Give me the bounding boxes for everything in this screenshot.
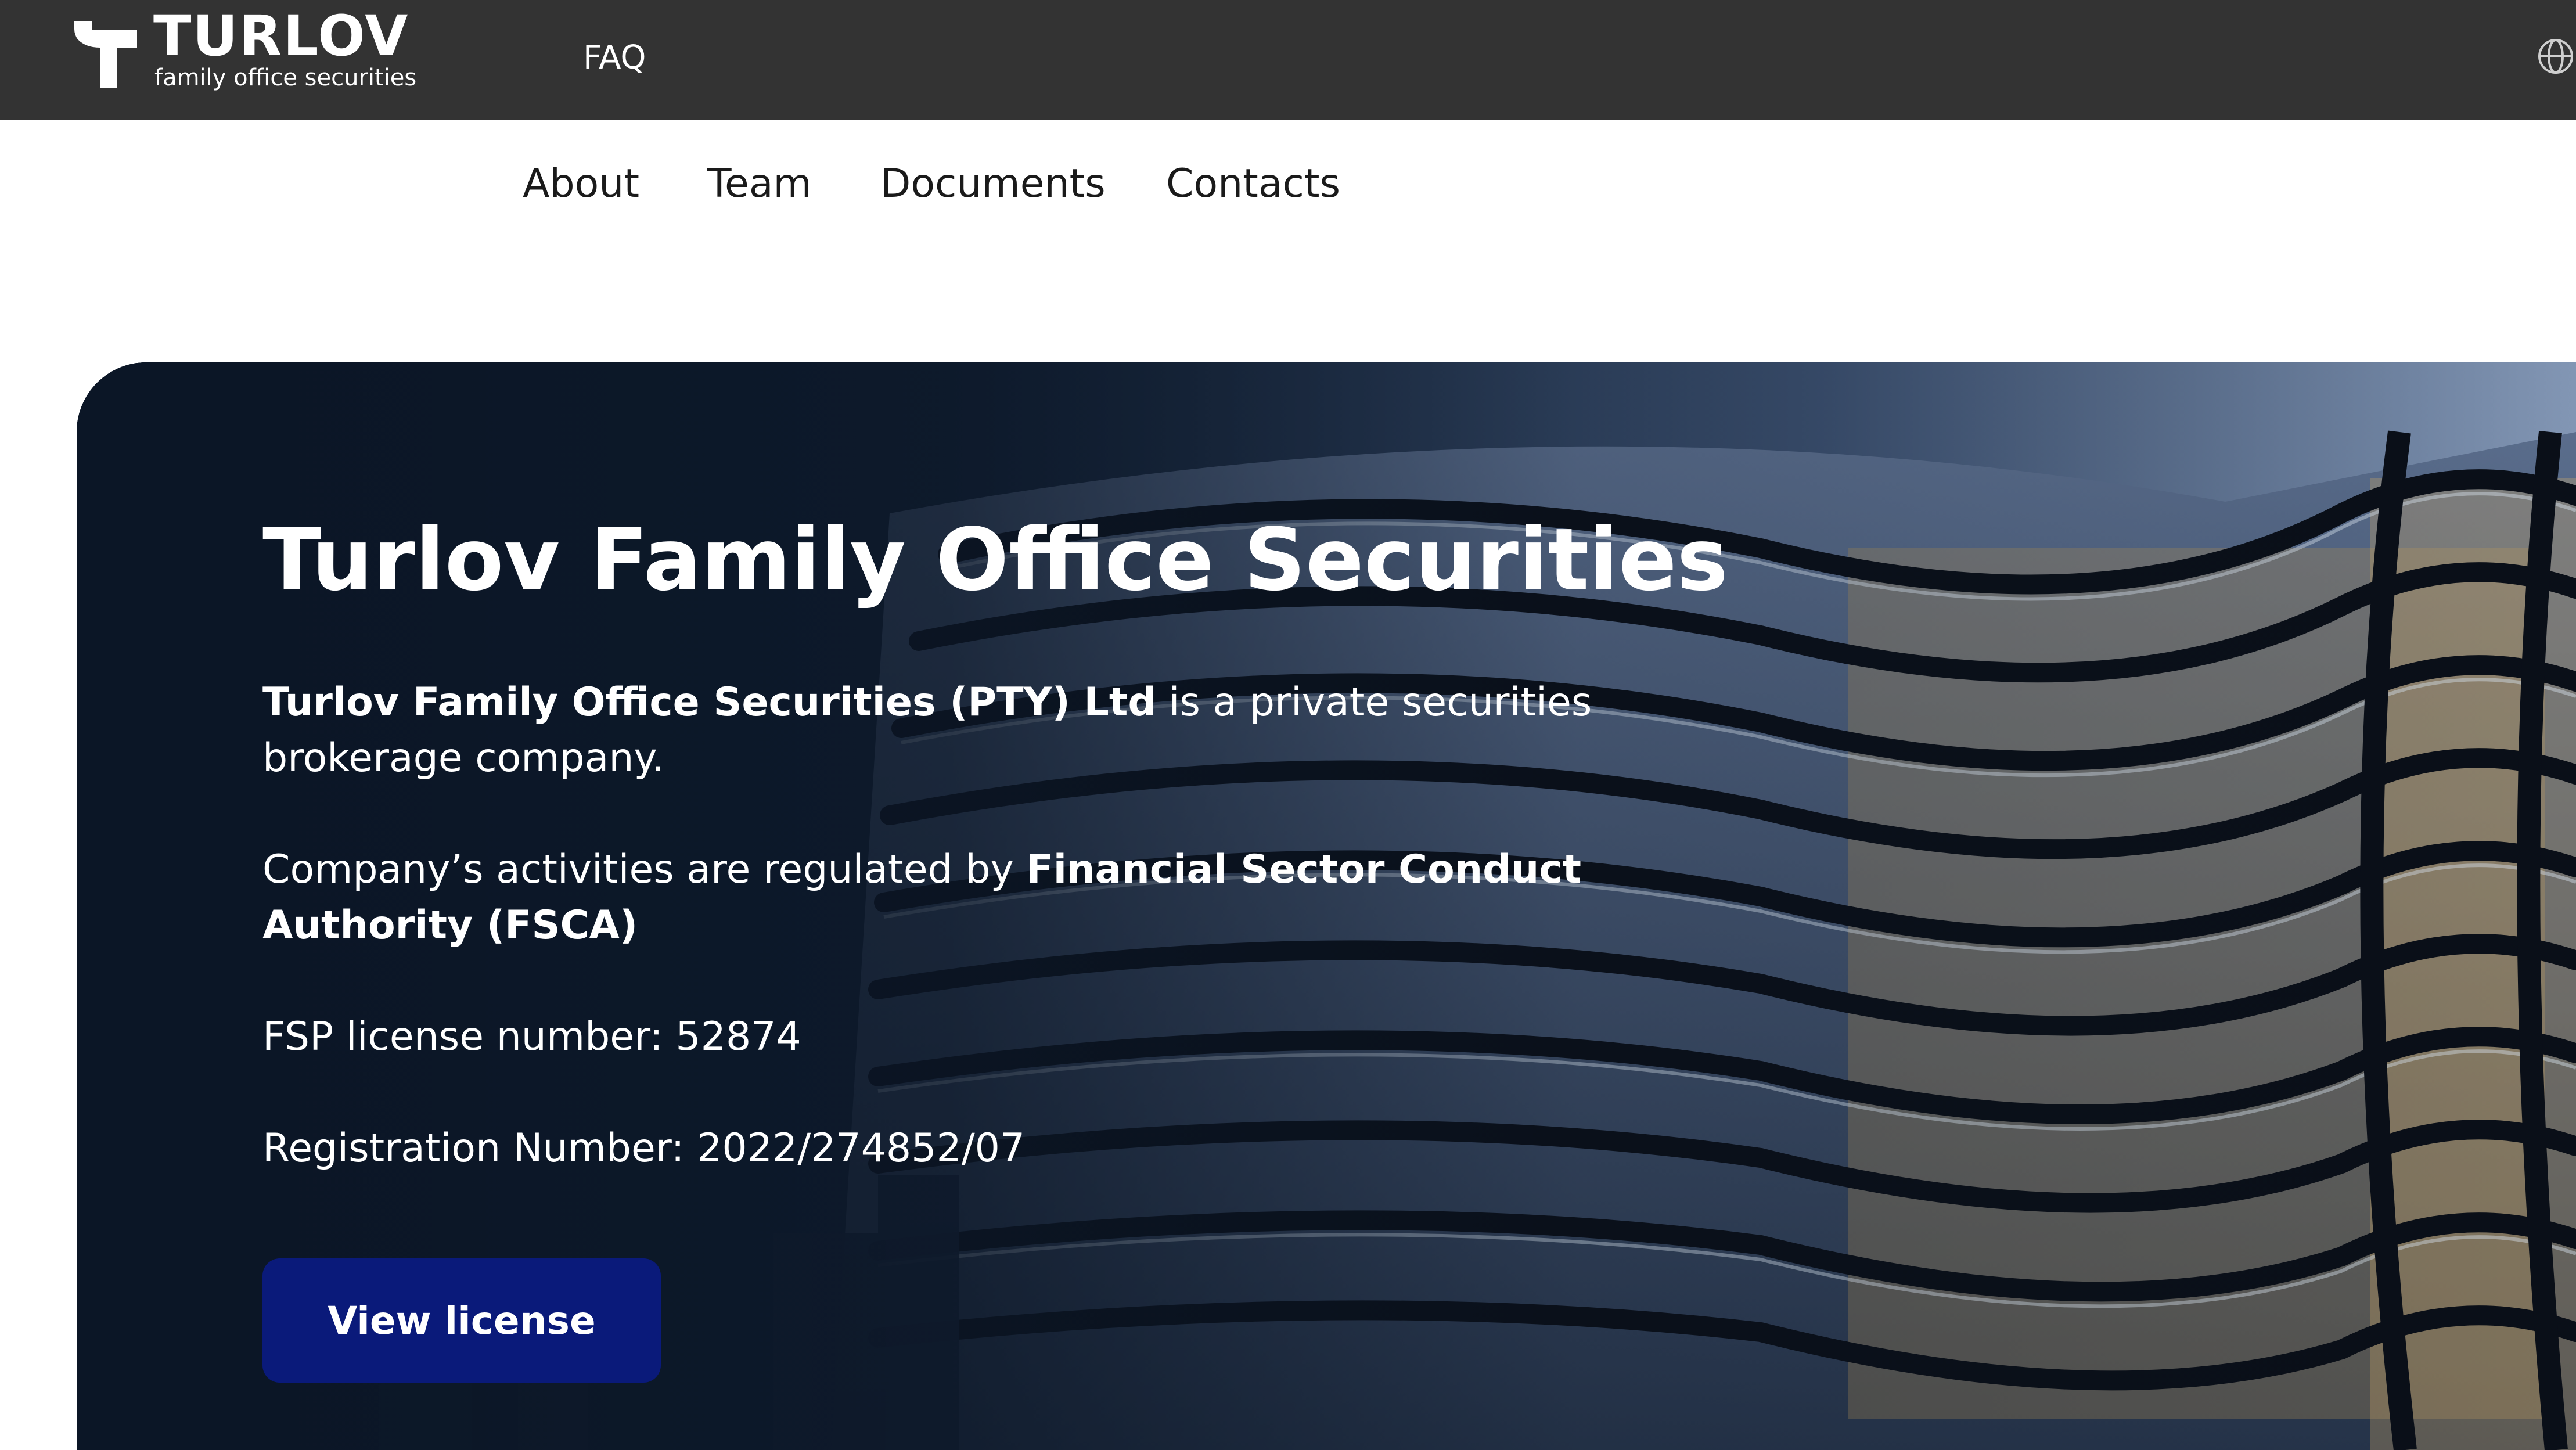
nav-documents[interactable]: Documents — [880, 160, 1106, 208]
company-name: Turlov Family Office Securities (PTY) Lt… — [262, 679, 1156, 725]
hero-banner: Turlov Family Office Securities Turlov F… — [77, 362, 2576, 1450]
nav-team[interactable]: Team — [707, 160, 812, 208]
hero-title: Turlov Family Office Securities — [262, 510, 1728, 610]
registration-number: Registration Number: 2022/274852/07 — [262, 1125, 1026, 1171]
view-license-button[interactable]: View license — [262, 1258, 661, 1383]
top-bar: TURLOV family office securities FAQ — [0, 0, 2576, 120]
logo-wordmark: TURLOV — [153, 3, 409, 69]
hero-regulation: Company’s activities are regulated by Fi… — [262, 842, 1621, 954]
turlov-logo-mark-icon — [74, 21, 137, 88]
globe-icon[interactable] — [2537, 37, 2575, 75]
turlov-logo[interactable]: TURLOV family office securities — [74, 8, 416, 98]
nav-contacts[interactable]: Contacts — [1166, 160, 1340, 208]
logo-tagline: family office securities — [154, 64, 417, 91]
nav-faq-link[interactable]: FAQ — [583, 37, 646, 79]
regulated-prefix: Company’s activities are regulated by — [262, 847, 1027, 893]
nav-about[interactable]: About — [523, 160, 639, 208]
hero-intro: Turlov Family Office Securities (PTY) Lt… — [262, 675, 1621, 786]
section-nav: About Team Documents Contacts — [0, 120, 2576, 236]
fsp-license-number: FSP license number: 52874 — [262, 1014, 801, 1060]
